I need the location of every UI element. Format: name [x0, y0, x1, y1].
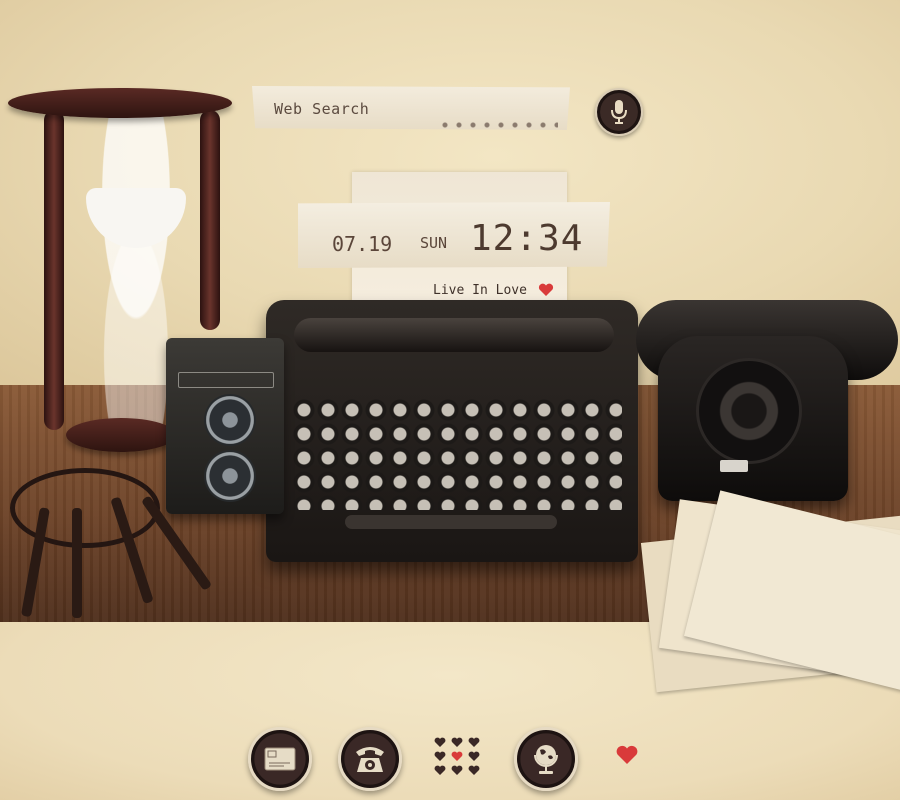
globe-icon — [534, 745, 558, 774]
paper-perforation — [438, 122, 558, 128]
search-placeholder: Web Search — [274, 100, 370, 118]
typewriter-keys — [292, 398, 622, 510]
clock-time: 12:34 — [470, 218, 584, 259]
tagline-text: Live In Love — [433, 283, 527, 298]
heart-icon — [538, 283, 554, 296]
typewriter-spacebar — [345, 515, 557, 529]
clock-widget[interactable]: 07.19 SUN 12:34 — [298, 202, 610, 268]
voice-search-button[interactable] — [595, 88, 643, 136]
clock-date: 07.19 — [332, 232, 393, 256]
browser-app-button[interactable] — [514, 727, 578, 791]
phone-app-button[interactable] — [338, 727, 402, 791]
mail-app-button[interactable] — [248, 727, 312, 791]
rotary-phone-icon — [356, 747, 384, 772]
envelope-icon — [264, 747, 296, 771]
app-drawer-button[interactable] — [434, 737, 480, 777]
microphone-icon — [611, 100, 627, 124]
search-bar[interactable]: Web Search — [252, 86, 570, 130]
favorites-heart-icon[interactable] — [615, 745, 639, 765]
typewriter-roller — [294, 318, 614, 352]
keys-decoration — [10, 468, 213, 618]
rotary-phone-decoration — [658, 336, 848, 501]
heart-grid-icon — [434, 737, 480, 775]
paper-stack-decoration — [628, 490, 900, 704]
clock-day: SUN — [420, 234, 448, 252]
